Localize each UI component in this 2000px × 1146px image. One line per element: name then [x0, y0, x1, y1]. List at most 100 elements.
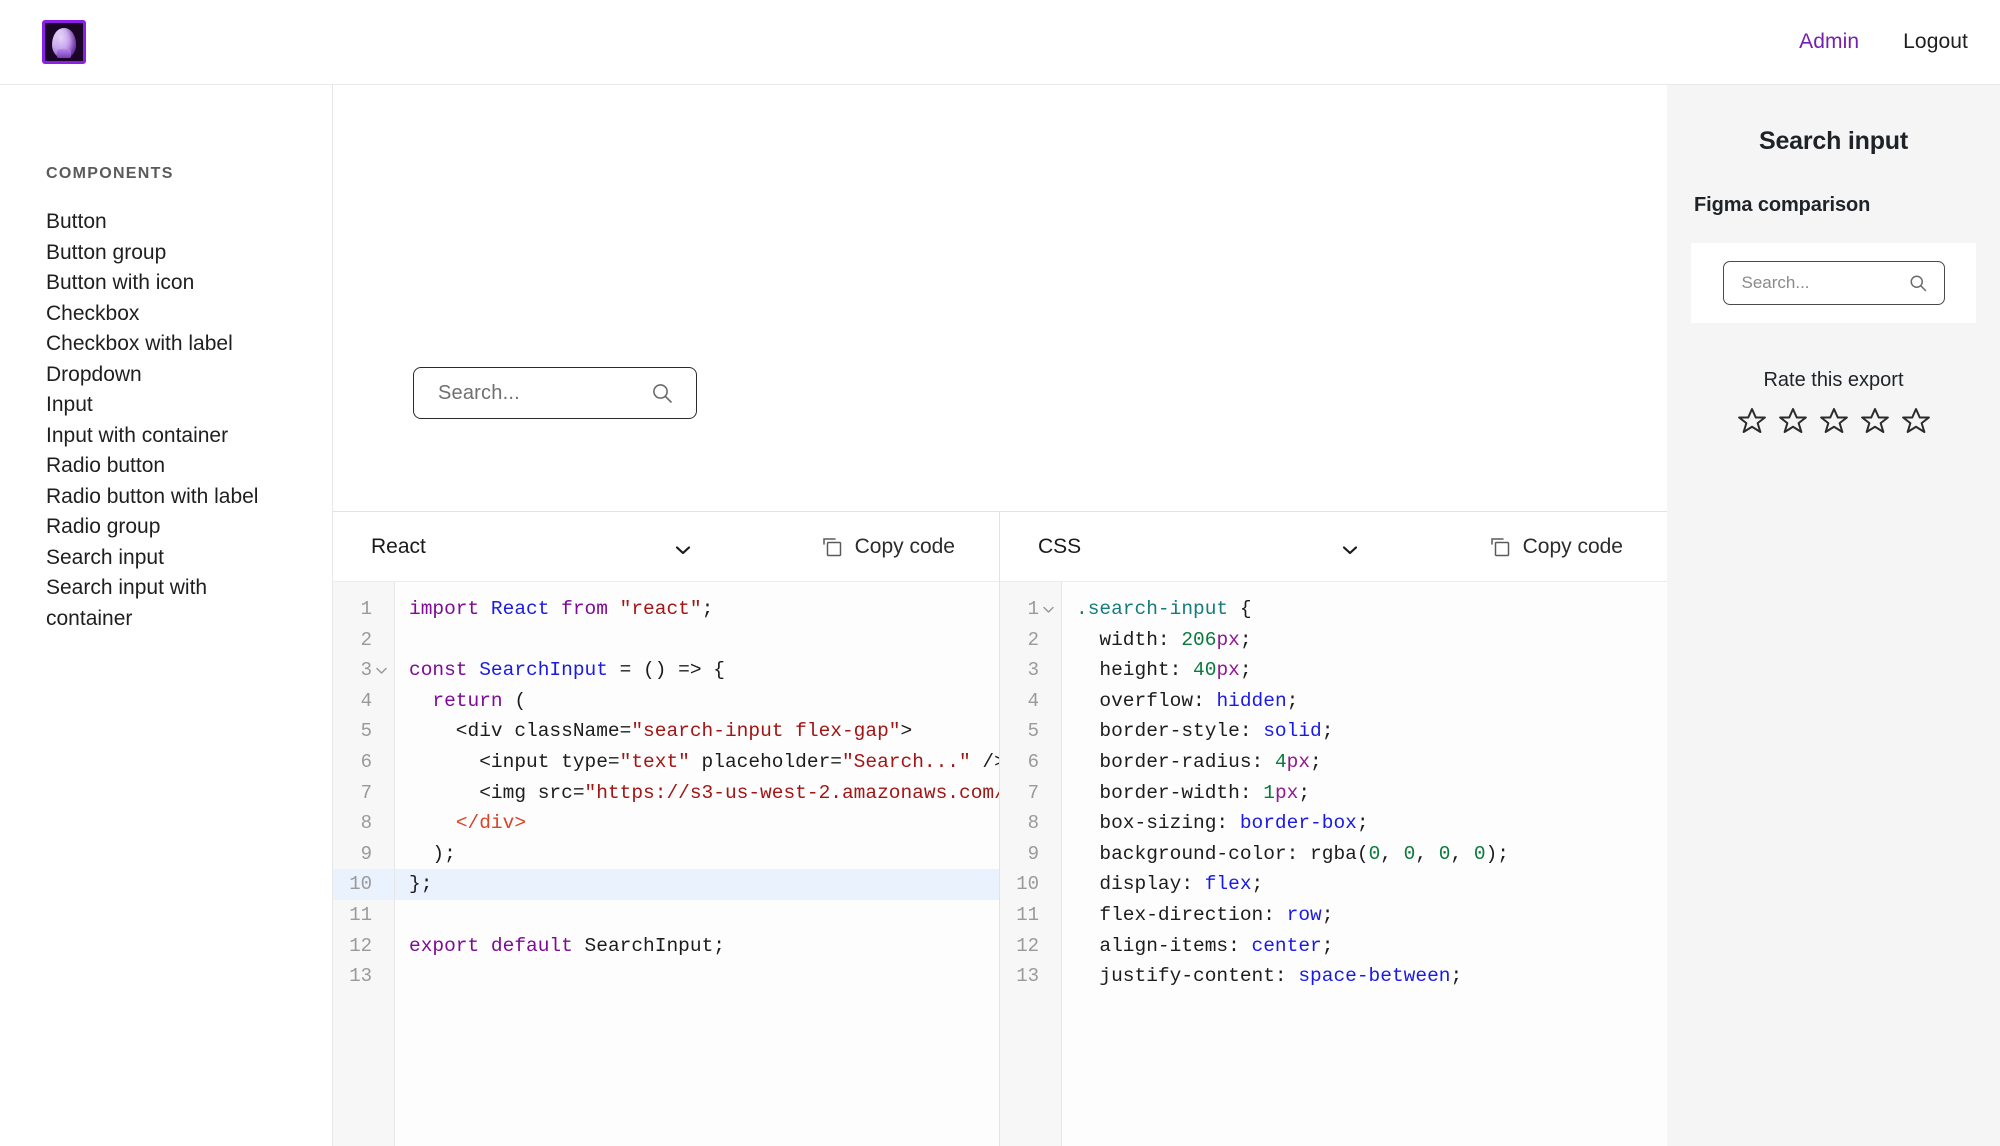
code-line[interactable]: return (	[395, 686, 999, 717]
fold-chevron-icon[interactable]	[1042, 605, 1055, 614]
star-icon-2[interactable]	[1778, 406, 1808, 436]
code-token-num: 0	[1439, 843, 1451, 865]
sidebar-item-search-input-with-container[interactable]: Search input with container	[46, 573, 332, 634]
code-token-plain: = () => {	[608, 659, 725, 681]
code-line[interactable]: );	[395, 839, 999, 870]
right-panel-title: Search input	[1759, 127, 1908, 156]
figma-comparison-label: Figma comparison	[1694, 194, 1870, 217]
code-line[interactable]: width: 206px;	[1062, 625, 1667, 656]
code-line[interactable]: <img src="https://s3-us-west-2.amazonaws…	[395, 778, 999, 809]
code-line[interactable]: <div className="search-input flex-gap">	[395, 716, 999, 747]
code-line[interactable]: align-items: center;	[1062, 931, 1667, 962]
code-body-css[interactable]: 12345678910111213 .search-input { width:…	[1000, 582, 1667, 1146]
line-number-value: 8	[1028, 808, 1039, 839]
code-token-prop: height:	[1076, 659, 1193, 681]
language-select-react[interactable]: React	[371, 535, 701, 559]
code-token-num: 0	[1369, 843, 1381, 865]
line-number-value: 10	[1016, 869, 1039, 900]
sidebar-item-search-input[interactable]: Search input	[46, 543, 332, 574]
code-token-kw: import	[409, 598, 479, 620]
code-token-plain: ;	[1310, 751, 1322, 773]
code-token-num: 4	[1275, 751, 1287, 773]
sidebar-item-radio-button-with-label[interactable]: Radio button with label	[46, 482, 332, 513]
line-number: 10	[1000, 869, 1061, 900]
code-token-plain	[479, 935, 491, 957]
code-token-prop: box-sizing:	[1076, 812, 1240, 834]
sidebar-item-radio-button[interactable]: Radio button	[46, 451, 332, 482]
code-token-prop: border-width:	[1076, 782, 1263, 804]
nav-link-logout[interactable]: Logout	[1903, 30, 1968, 54]
sidebar-item-input-with-container[interactable]: Input with container	[46, 421, 332, 452]
copy-code-button-css[interactable]: Copy code	[1489, 535, 1643, 559]
sidebar-item-checkbox-with-label[interactable]: Checkbox with label	[46, 329, 332, 360]
line-number: 10	[333, 869, 394, 900]
sidebar-item-radio-group[interactable]: Radio group	[46, 512, 332, 543]
language-select-css[interactable]: CSS	[1038, 535, 1368, 559]
code-line[interactable]: </div>	[395, 808, 999, 839]
code-line[interactable]: overflow: hidden;	[1062, 686, 1667, 717]
code-token-plain	[468, 659, 480, 681]
code-body-react[interactable]: 12345678910111213 import React from "rea…	[333, 582, 999, 1146]
code-line[interactable]: flex-direction: row;	[1062, 900, 1667, 931]
copy-code-button-react[interactable]: Copy code	[821, 535, 975, 559]
sidebar-item-button-group[interactable]: Button group	[46, 238, 332, 269]
code-line[interactable]: };	[395, 869, 999, 900]
sidebar-item-checkbox[interactable]: Checkbox	[46, 299, 332, 330]
line-number-value: 1	[1028, 594, 1039, 625]
star-icon-4[interactable]	[1860, 406, 1890, 436]
star-icon-1[interactable]	[1737, 406, 1767, 436]
code-lines-css[interactable]: .search-input { width: 206px; height: 40…	[1062, 582, 1667, 1146]
code-token-plain: );	[1486, 843, 1509, 865]
code-line[interactable]	[395, 961, 999, 992]
nav-link-admin[interactable]: Admin	[1799, 30, 1859, 54]
star-icon-3[interactable]	[1819, 406, 1849, 436]
sidebar-item-button[interactable]: Button	[46, 207, 332, 238]
code-line[interactable]: const SearchInput = () => {	[395, 655, 999, 686]
code-token-plain: <img src=	[409, 782, 585, 804]
sidebar-item-dropdown[interactable]: Dropdown	[46, 360, 332, 391]
language-label-react: React	[371, 535, 426, 559]
code-token-plain: ;	[1322, 904, 1334, 926]
fold-chevron-icon[interactable]	[375, 666, 388, 675]
code-line[interactable]: display: flex;	[1062, 869, 1667, 900]
code-line[interactable]: <input type="text" placeholder="Search..…	[395, 747, 999, 778]
code-token-prop: flex-direction:	[1076, 904, 1287, 926]
header-nav: Admin Logout	[1799, 30, 1968, 54]
code-line[interactable]: import React from "react";	[395, 594, 999, 625]
code-lines-react[interactable]: import React from "react"; const SearchIn…	[395, 582, 999, 1146]
code-line[interactable]	[395, 625, 999, 656]
code-token-val: flex	[1205, 873, 1252, 895]
search-input-preview[interactable]: Search...	[413, 367, 697, 419]
figma-search-placeholder: Search...	[1742, 273, 1810, 293]
sidebar-item-input[interactable]: Input	[46, 390, 332, 421]
line-number-value: 8	[361, 808, 372, 839]
figma-search-input[interactable]: Search...	[1723, 261, 1945, 305]
line-number: 6	[1000, 747, 1061, 778]
search-icon	[1908, 273, 1928, 293]
code-line[interactable]: box-sizing: border-box;	[1062, 808, 1667, 839]
code-line[interactable]: border-radius: 4px;	[1062, 747, 1667, 778]
line-number-value: 3	[1028, 655, 1039, 686]
code-line[interactable]: border-style: solid;	[1062, 716, 1667, 747]
star-icon-5[interactable]	[1901, 406, 1931, 436]
statue-logo[interactable]	[42, 20, 86, 64]
line-number: 9	[1000, 839, 1061, 870]
code-line[interactable]: height: 40px;	[1062, 655, 1667, 686]
rating-stars[interactable]	[1737, 406, 1931, 436]
line-number: 1	[1000, 594, 1061, 625]
code-line[interactable]: background-color: rgba(0, 0, 0, 0);	[1062, 839, 1667, 870]
code-line[interactable]	[395, 900, 999, 931]
code-line[interactable]: .search-input {	[1062, 594, 1667, 625]
code-line[interactable]: border-width: 1px;	[1062, 778, 1667, 809]
code-token-plain	[549, 598, 561, 620]
line-number-value: 1	[361, 594, 372, 625]
code-token-kw: return	[432, 690, 502, 712]
line-number-value: 2	[361, 625, 372, 656]
code-line[interactable]: export default SearchInput;	[395, 931, 999, 962]
code-token-unit: px	[1216, 659, 1239, 681]
sidebar-item-button-with-icon[interactable]: Button with icon	[46, 268, 332, 299]
code-token-val: border-box	[1240, 812, 1357, 834]
copy-code-label-css: Copy code	[1523, 535, 1623, 559]
code-line[interactable]: justify-content: space-between;	[1062, 961, 1667, 992]
code-token-plain: ;	[1252, 873, 1264, 895]
